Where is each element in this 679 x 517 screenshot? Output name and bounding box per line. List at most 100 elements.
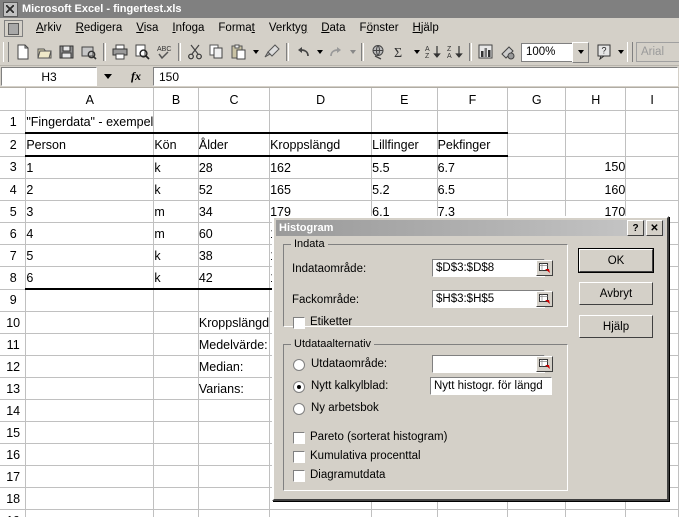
table-row[interactable]: 2PersonKönÅlderKroppslängdLillfingerPekf… — [1, 133, 679, 156]
row-header-18[interactable]: 18 — [1, 488, 26, 510]
cell-B2[interactable]: Kön — [154, 133, 199, 156]
cumulative-label[interactable]: Kumulativa procenttal — [310, 450, 421, 462]
cell-H4[interactable]: 160 — [566, 179, 626, 201]
cell-I2[interactable] — [626, 133, 679, 156]
cell-A13[interactable] — [26, 378, 154, 400]
cell-C1[interactable] — [198, 111, 269, 134]
chart-output-label[interactable]: Diagramutdata — [310, 469, 385, 481]
row-header-14[interactable]: 14 — [1, 400, 26, 422]
cell-G4[interactable] — [508, 179, 566, 201]
column-header-c[interactable]: C — [198, 89, 269, 111]
cell-D3[interactable]: 162 — [270, 156, 372, 179]
toolbar-grip[interactable] — [3, 42, 9, 62]
cell-B11[interactable] — [154, 334, 199, 356]
autosum-icon[interactable]: Σ — [389, 41, 411, 63]
cell-G1[interactable] — [508, 111, 566, 134]
cell-C6[interactable]: 60 — [198, 223, 269, 245]
cell-F2[interactable]: Pekfinger — [437, 133, 508, 156]
cell-B6[interactable]: m — [154, 223, 199, 245]
table-row[interactable]: 42k521655.26.5160 — [1, 179, 679, 201]
help-dropdown-arrow[interactable] — [615, 41, 626, 63]
new-worksheet-radio[interactable] — [293, 381, 305, 393]
dialog-close-button[interactable]: ✕ — [646, 220, 663, 236]
histogram-dialog[interactable]: Histogram ? ✕ Indata Indataområde: $D$3:… — [272, 216, 669, 501]
row-header-17[interactable]: 17 — [1, 466, 26, 488]
cell-A11[interactable] — [26, 334, 154, 356]
cancel-button[interactable]: Avbryt — [579, 282, 653, 305]
cell-C11[interactable]: Medelvärde: — [198, 334, 269, 356]
cell-C9[interactable] — [198, 289, 269, 312]
row-header-3[interactable]: 3 — [1, 156, 26, 179]
cell-F4[interactable]: 6.5 — [437, 179, 508, 201]
row-header-7[interactable]: 7 — [1, 245, 26, 267]
cell-A12[interactable] — [26, 356, 154, 378]
cell-C10[interactable]: Kroppslängd — [198, 312, 269, 334]
cell-D19[interactable] — [270, 510, 372, 517]
column-header-f[interactable]: F — [437, 89, 508, 111]
cell-B16[interactable] — [154, 444, 199, 466]
save-icon[interactable] — [56, 41, 78, 63]
print-search-icon[interactable] — [78, 41, 100, 63]
column-header-d[interactable]: D — [270, 89, 372, 111]
row-header-15[interactable]: 15 — [1, 422, 26, 444]
cell-B17[interactable] — [154, 466, 199, 488]
cell-C4[interactable]: 52 — [198, 179, 269, 201]
column-header-e[interactable]: E — [372, 89, 437, 111]
output-range-field[interactable] — [432, 355, 545, 373]
undo-dropdown-arrow[interactable] — [314, 41, 325, 63]
cell-H1[interactable] — [566, 111, 626, 134]
hyperlink-icon[interactable] — [367, 41, 389, 63]
column-header-a[interactable]: A — [26, 89, 154, 111]
pareto-label[interactable]: Pareto (sorterat histogram) — [310, 431, 447, 443]
table-row[interactable]: 1"Fingerdata" - exempel — [1, 111, 679, 134]
formula-input[interactable]: 150 — [153, 67, 678, 86]
open-icon[interactable] — [34, 41, 56, 63]
cell-A10[interactable] — [26, 312, 154, 334]
row-header-11[interactable]: 11 — [1, 334, 26, 356]
cell-B7[interactable]: k — [154, 245, 199, 267]
column-header-h[interactable]: H — [566, 89, 626, 111]
cell-A19[interactable] — [26, 510, 154, 517]
row-header-16[interactable]: 16 — [1, 444, 26, 466]
cell-I4[interactable] — [626, 179, 679, 201]
sort-descending-icon[interactable]: ZA — [444, 41, 466, 63]
cell-F19[interactable] — [437, 510, 508, 517]
cell-C7[interactable]: 38 — [198, 245, 269, 267]
drawing-icon[interactable] — [497, 41, 519, 63]
cell-E19[interactable] — [372, 510, 437, 517]
table-row[interactable]: 31k281625.56.7150 — [1, 156, 679, 179]
cut-icon[interactable] — [184, 41, 206, 63]
row-header-13[interactable]: 13 — [1, 378, 26, 400]
cell-C14[interactable] — [198, 400, 269, 422]
cell-C15[interactable] — [198, 422, 269, 444]
labels-checkbox[interactable] — [293, 317, 305, 329]
insert-function-icon[interactable]: fx — [119, 66, 153, 87]
dialog-title-bar[interactable]: Histogram ? ✕ — [276, 220, 665, 236]
new-workbook-radio[interactable] — [293, 403, 305, 415]
print-icon[interactable] — [109, 41, 131, 63]
row-header-5[interactable]: 5 — [1, 201, 26, 223]
cell-H2[interactable] — [566, 133, 626, 156]
print-preview-icon[interactable] — [131, 41, 153, 63]
cell-A5[interactable]: 3 — [26, 201, 154, 223]
cell-C16[interactable] — [198, 444, 269, 466]
cell-A6[interactable]: 4 — [26, 223, 154, 245]
column-header-g[interactable]: G — [508, 89, 566, 111]
cell-C17[interactable] — [198, 466, 269, 488]
row-header-8[interactable]: 8 — [1, 267, 26, 290]
ok-button[interactable]: OK — [579, 249, 653, 272]
cell-A3[interactable]: 1 — [26, 156, 154, 179]
cell-G19[interactable] — [508, 510, 566, 517]
menu-infoga[interactable]: Infoga — [165, 20, 211, 36]
row-header-6[interactable]: 6 — [1, 223, 26, 245]
cell-B5[interactable]: m — [154, 201, 199, 223]
cell-A4[interactable]: 2 — [26, 179, 154, 201]
cell-B1[interactable] — [154, 111, 199, 134]
row-header-4[interactable]: 4 — [1, 179, 26, 201]
menu-visa[interactable]: Visa — [129, 20, 165, 36]
cell-I3[interactable] — [626, 156, 679, 179]
cell-H19[interactable] — [566, 510, 626, 517]
cell-G3[interactable] — [508, 156, 566, 179]
column-header-row[interactable]: ABCDEFGHI — [1, 89, 679, 111]
cell-E3[interactable]: 5.5 — [372, 156, 437, 179]
